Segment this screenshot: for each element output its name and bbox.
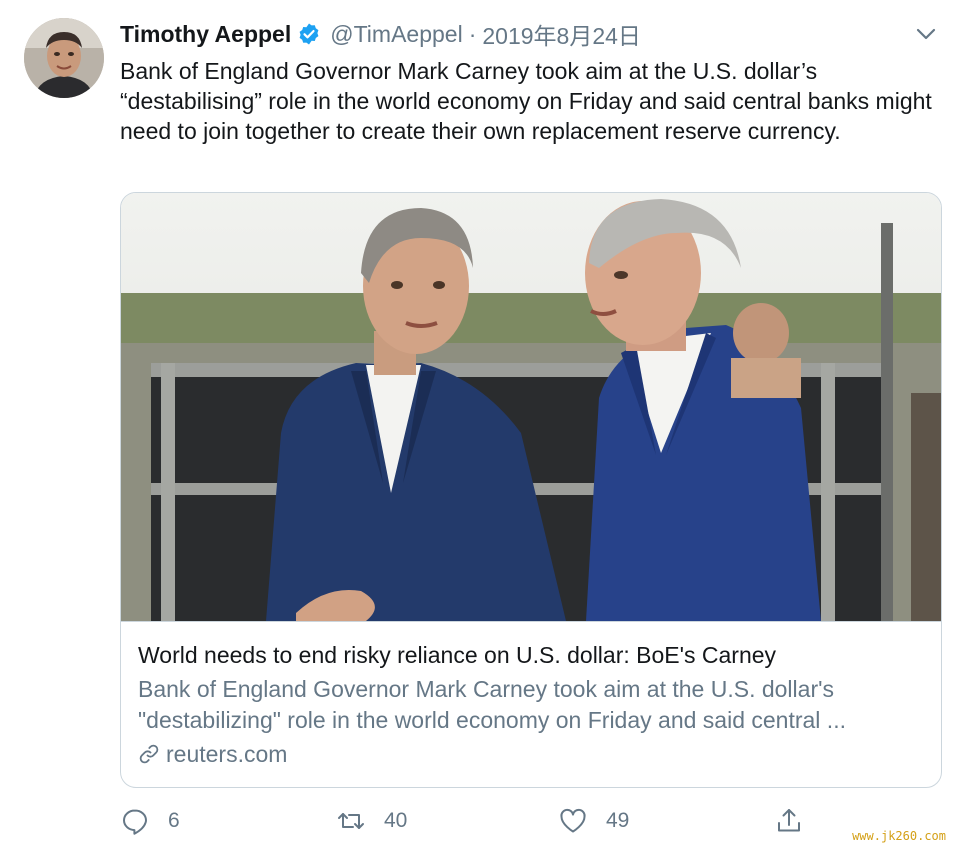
tweet[interactable]: Timothy Aeppel @TimAeppel · 2019年8月24日 B… xyxy=(0,0,960,855)
avatar[interactable] xyxy=(24,18,104,98)
card-image[interactable] xyxy=(121,193,941,621)
share-button[interactable] xyxy=(774,804,804,838)
card-title[interactable]: World needs to end risky reliance on U.S… xyxy=(138,640,925,670)
display-name[interactable]: Timothy Aeppel xyxy=(120,21,291,48)
tweet-date[interactable]: 2019年8月24日 xyxy=(482,17,641,51)
reply-icon xyxy=(120,806,150,836)
tweet-header: Timothy Aeppel @TimAeppel · 2019年8月24日 xyxy=(120,18,940,50)
retweet-icon xyxy=(336,806,366,836)
reply-button[interactable]: 6 xyxy=(120,804,180,838)
card-description-line: "destabilizing" role in the world econom… xyxy=(138,707,846,733)
link-icon xyxy=(138,743,160,765)
card-description: Bank of England Governor Mark Carney too… xyxy=(138,674,925,736)
verified-badge-icon xyxy=(297,22,321,46)
watermark: www.jk260.com xyxy=(852,829,946,843)
card-description-line: Bank of England Governor Mark Carney too… xyxy=(138,676,834,702)
like-count: 49 xyxy=(606,809,630,832)
card-domain[interactable]: reuters.com xyxy=(138,739,925,769)
retweet-button[interactable]: 40 xyxy=(336,804,407,838)
reply-count: 6 xyxy=(168,809,180,832)
user-handle[interactable]: @TimAeppel xyxy=(330,21,462,48)
chevron-down-icon[interactable] xyxy=(912,20,940,48)
retweet-count: 40 xyxy=(384,809,408,832)
separator-dot: · xyxy=(468,20,477,47)
heart-icon xyxy=(558,806,588,836)
card-body[interactable]: World needs to end risky reliance on U.S… xyxy=(121,621,941,787)
link-card[interactable]: World needs to end risky reliance on U.S… xyxy=(120,192,942,788)
card-domain-text[interactable]: reuters.com xyxy=(166,739,287,769)
tweet-text: Bank of England Governor Mark Carney too… xyxy=(120,58,932,144)
tweet-actions: 6 40 49 xyxy=(120,804,820,838)
share-icon xyxy=(774,806,804,836)
like-button[interactable]: 49 xyxy=(558,804,629,838)
